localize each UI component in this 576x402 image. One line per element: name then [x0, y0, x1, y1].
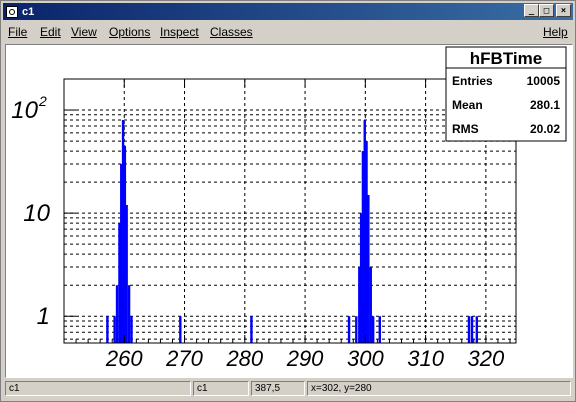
status-field-coords: x=302, y=280 — [307, 381, 571, 396]
x-tick-label: 260 — [105, 346, 143, 371]
stats-rms-value: 20.02 — [530, 122, 560, 136]
menu-inspect-label: Inspect — [160, 25, 199, 39]
stats-mean-label: Mean — [452, 98, 483, 112]
x-tick-label: 270 — [165, 346, 203, 371]
root-window: c1 _ □ × File Edit View Options Inspect … — [0, 0, 576, 402]
histogram-bar — [250, 316, 253, 343]
menu-file[interactable]: File — [8, 25, 27, 39]
menu-inspect[interactable]: Inspect — [160, 25, 199, 39]
x-tick-label: 280 — [225, 346, 263, 371]
histogram-bar — [369, 267, 372, 343]
stats-entries-value: 10005 — [527, 74, 561, 88]
menu-view-label: View — [71, 25, 97, 39]
minimize-button[interactable]: _ — [524, 4, 539, 17]
title-bar[interactable]: c1 _ □ × — [3, 3, 573, 20]
histogram-bar — [113, 316, 116, 343]
stats-rms-label: RMS — [452, 122, 479, 136]
stats-entries-label: Entries — [452, 74, 493, 88]
x-tick-label: 320 — [468, 346, 505, 371]
maximize-button[interactable]: □ — [539, 4, 554, 17]
histogram-bar — [115, 285, 119, 343]
menu-options-label: Options — [109, 25, 151, 39]
histogram-bar — [378, 316, 382, 343]
histogram-bar — [127, 285, 131, 343]
stats-title: hFBTime — [470, 49, 542, 68]
window-title: c1 — [22, 5, 35, 18]
menu-options[interactable]: Options — [109, 25, 150, 39]
x-tick-label: 310 — [407, 346, 444, 371]
histogram-bar — [371, 316, 375, 343]
stats-mean-value: 280.1 — [530, 98, 560, 112]
menu-help-label: Help — [543, 25, 568, 39]
histogram-bar — [367, 194, 370, 343]
stats-box[interactable]: hFBTime Entries 10005 Mean 280.1 RMS 20.… — [445, 46, 567, 142]
canvas-area[interactable]: 260 270 280 290 300 310 320 1 10 10 2 hFBTime Ent… — [5, 44, 573, 378]
status-field-object: c1 — [5, 381, 191, 396]
status-field-pixel: 387,5 — [251, 381, 305, 396]
histogram-plot[interactable]: 260 270 280 290 300 310 320 11010 2 hFBTime Ent… — [6, 45, 572, 377]
histogram-bar — [467, 316, 471, 343]
y-tick-exponent: 2 — [38, 93, 47, 109]
menu-classes[interactable]: Classes — [210, 25, 253, 39]
histogram-bar — [125, 204, 128, 343]
close-button[interactable]: × — [556, 4, 571, 17]
x-tick-label: 290 — [286, 346, 324, 371]
y-tick-label: 10 — [11, 97, 38, 124]
menu-edit[interactable]: Edit — [40, 25, 61, 39]
histogram-bar — [470, 316, 474, 343]
menu-bar: File Edit View Options Inspect Classes H… — [3, 22, 573, 42]
menu-file-label: File — [8, 25, 28, 39]
menu-help[interactable]: Help — [543, 25, 568, 39]
y-tick-label: 1 — [37, 303, 50, 330]
menu-edit-label: Edit — [40, 25, 61, 39]
menu-classes-label: Classes — [210, 25, 253, 39]
x-tick-label: 300 — [347, 346, 384, 371]
status-bar: c1 c1 387,5 x=302, y=280 — [3, 380, 573, 398]
menu-view[interactable]: View — [71, 25, 97, 39]
root-app-icon — [6, 5, 18, 18]
histogram-bar — [475, 316, 479, 343]
histogram-bar — [347, 316, 351, 343]
y-tick-label: 10 — [23, 200, 50, 227]
histogram-bar — [179, 316, 182, 343]
status-field-canvas: c1 — [193, 381, 249, 396]
histogram-bar — [355, 316, 358, 343]
histogram-bar — [106, 316, 109, 343]
histogram-bar — [130, 316, 133, 343]
